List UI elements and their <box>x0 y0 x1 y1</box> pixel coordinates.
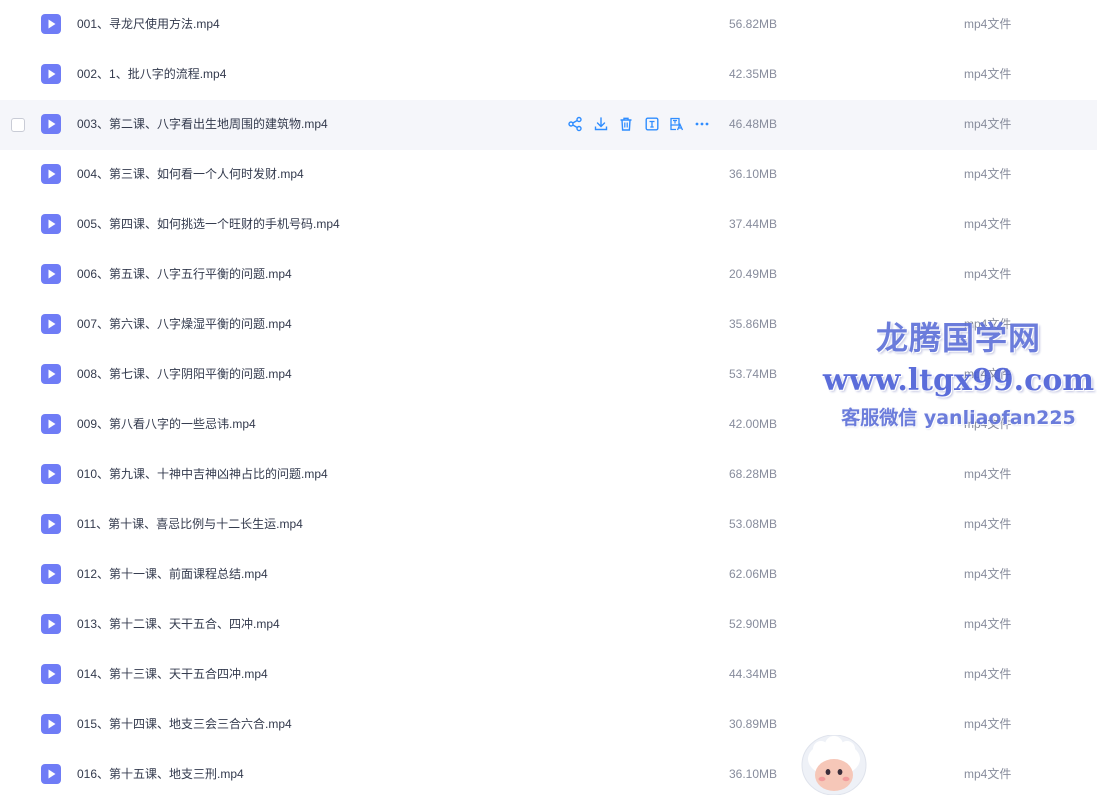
file-type: mp4文件 <box>964 517 1012 531</box>
file-size: 36.10MB <box>729 767 778 781</box>
file-row[interactable]: 002、1、批八字的流程.mp4 42.35MB mp4文件 <box>0 50 1097 100</box>
file-type: mp4文件 <box>964 217 1012 231</box>
file-size: 46.48MB <box>729 117 778 131</box>
file-row[interactable]: 008、第七课、八字阴阳平衡的问题.mp4 53.74MB mp4文件 <box>0 350 1097 400</box>
file-size: 62.06MB <box>729 567 778 581</box>
rename-icon[interactable] <box>643 115 661 133</box>
file-size: 42.00MB <box>729 417 778 431</box>
file-type: mp4文件 <box>964 667 1012 681</box>
file-type: mp4文件 <box>964 167 1012 181</box>
file-name[interactable]: 006、第五课、八字五行平衡的问题.mp4 <box>77 250 292 298</box>
file-size: 36.10MB <box>729 167 778 181</box>
file-name[interactable]: 007、第六课、八字燥湿平衡的问题.mp4 <box>77 300 292 348</box>
file-size: 56.82MB <box>729 17 778 31</box>
file-type: mp4文件 <box>964 67 1012 81</box>
assistant-avatar-icon[interactable] <box>801 734 867 796</box>
file-size: 30.89MB <box>729 717 778 731</box>
file-size: 35.86MB <box>729 317 778 331</box>
file-name[interactable]: 013、第十二课、天干五合、四冲.mp4 <box>77 600 280 648</box>
file-row[interactable]: 006、第五课、八字五行平衡的问题.mp4 20.49MB mp4文件 <box>0 250 1097 300</box>
file-name[interactable]: 011、第十课、喜忌比例与十二长生运.mp4 <box>77 500 303 548</box>
file-name[interactable]: 015、第十四课、地支三会三合六合.mp4 <box>77 700 292 748</box>
file-type: mp4文件 <box>964 17 1012 31</box>
file-size: 42.35MB <box>729 67 778 81</box>
file-name[interactable]: 014、第十三课、天干五合四冲.mp4 <box>77 650 268 698</box>
file-type: mp4文件 <box>964 717 1012 731</box>
row-checkbox[interactable] <box>11 118 25 132</box>
video-play-icon <box>40 363 62 385</box>
file-type: mp4文件 <box>964 117 1012 131</box>
video-play-icon <box>40 63 62 85</box>
file-row[interactable]: 014、第十三课、天干五合四冲.mp4 44.34MB mp4文件 <box>0 650 1097 700</box>
file-row[interactable]: 001、寻龙尺使用方法.mp4 56.82MB mp4文件 <box>0 0 1097 50</box>
video-play-icon <box>40 613 62 635</box>
video-play-icon <box>40 263 62 285</box>
file-size: 53.74MB <box>729 367 778 381</box>
file-name[interactable]: 004、第三课、如何看一个人何时发财.mp4 <box>77 150 304 198</box>
file-type: mp4文件 <box>964 267 1012 281</box>
file-name[interactable]: 009、第八看八字的一些忌讳.mp4 <box>77 400 256 448</box>
file-row[interactable]: 003、第二课、八字看出生地周围的建筑物.mp4 46.48MB mp4文件 <box>0 100 1097 150</box>
video-play-icon <box>40 513 62 535</box>
file-row[interactable]: 015、第十四课、地支三会三合六合.mp4 30.89MB mp4文件 <box>0 700 1097 750</box>
file-name[interactable]: 010、第九课、十神中吉神凶神占比的问题.mp4 <box>77 450 328 498</box>
video-play-icon <box>40 213 62 235</box>
video-play-icon <box>40 563 62 585</box>
video-play-icon <box>40 313 62 335</box>
translate-icon[interactable] <box>668 115 686 133</box>
file-type: mp4文件 <box>964 617 1012 631</box>
video-play-icon <box>40 663 62 685</box>
file-row[interactable]: 009、第八看八字的一些忌讳.mp4 42.00MB mp4文件 <box>0 400 1097 450</box>
file-name[interactable]: 008、第七课、八字阴阳平衡的问题.mp4 <box>77 350 292 398</box>
file-size: 20.49MB <box>729 267 778 281</box>
video-play-icon <box>40 163 62 185</box>
video-play-icon <box>40 763 62 785</box>
file-row[interactable]: 016、第十五课、地支三刑.mp4 36.10MB mp4文件 <box>0 750 1097 800</box>
share-icon[interactable] <box>566 115 584 133</box>
file-name[interactable]: 001、寻龙尺使用方法.mp4 <box>77 0 220 48</box>
file-type: mp4文件 <box>964 467 1012 481</box>
file-row[interactable]: 004、第三课、如何看一个人何时发财.mp4 36.10MB mp4文件 <box>0 150 1097 200</box>
file-name[interactable]: 002、1、批八字的流程.mp4 <box>77 50 226 98</box>
file-row[interactable]: 010、第九课、十神中吉神凶神占比的问题.mp4 68.28MB mp4文件 <box>0 450 1097 500</box>
file-type: mp4文件 <box>964 417 1012 431</box>
file-row[interactable]: 005、第四课、如何挑选一个旺财的手机号码.mp4 37.44MB mp4文件 <box>0 200 1097 250</box>
file-size: 37.44MB <box>729 217 778 231</box>
file-type: mp4文件 <box>964 317 1012 331</box>
video-play-icon <box>40 713 62 735</box>
file-row[interactable]: 011、第十课、喜忌比例与十二长生运.mp4 53.08MB mp4文件 <box>0 500 1097 550</box>
download-icon[interactable] <box>592 115 610 133</box>
file-size: 52.90MB <box>729 617 778 631</box>
file-row[interactable]: 007、第六课、八字燥湿平衡的问题.mp4 35.86MB mp4文件 <box>0 300 1097 350</box>
video-play-icon <box>40 113 62 135</box>
video-play-icon <box>40 413 62 435</box>
file-size: 53.08MB <box>729 517 778 531</box>
file-row[interactable]: 012、第十一课、前面课程总结.mp4 62.06MB mp4文件 <box>0 550 1097 600</box>
file-type: mp4文件 <box>964 767 1012 781</box>
file-name[interactable]: 016、第十五课、地支三刑.mp4 <box>77 750 244 798</box>
file-row[interactable]: 013、第十二课、天干五合、四冲.mp4 52.90MB mp4文件 <box>0 600 1097 650</box>
file-name[interactable]: 012、第十一课、前面课程总结.mp4 <box>77 550 268 598</box>
file-name[interactable]: 005、第四课、如何挑选一个旺财的手机号码.mp4 <box>77 200 340 248</box>
more-icon[interactable] <box>693 115 711 133</box>
file-size: 68.28MB <box>729 467 778 481</box>
file-type: mp4文件 <box>964 367 1012 381</box>
video-play-icon <box>40 463 62 485</box>
file-name[interactable]: 003、第二课、八字看出生地周围的建筑物.mp4 <box>77 100 328 148</box>
file-list: 001、寻龙尺使用方法.mp4 56.82MB mp4文件 002、1、批八字的流程.… <box>0 0 1097 800</box>
file-type: mp4文件 <box>964 567 1012 581</box>
file-size: 44.34MB <box>729 667 778 681</box>
delete-icon[interactable] <box>617 115 635 133</box>
video-play-icon <box>40 13 62 35</box>
